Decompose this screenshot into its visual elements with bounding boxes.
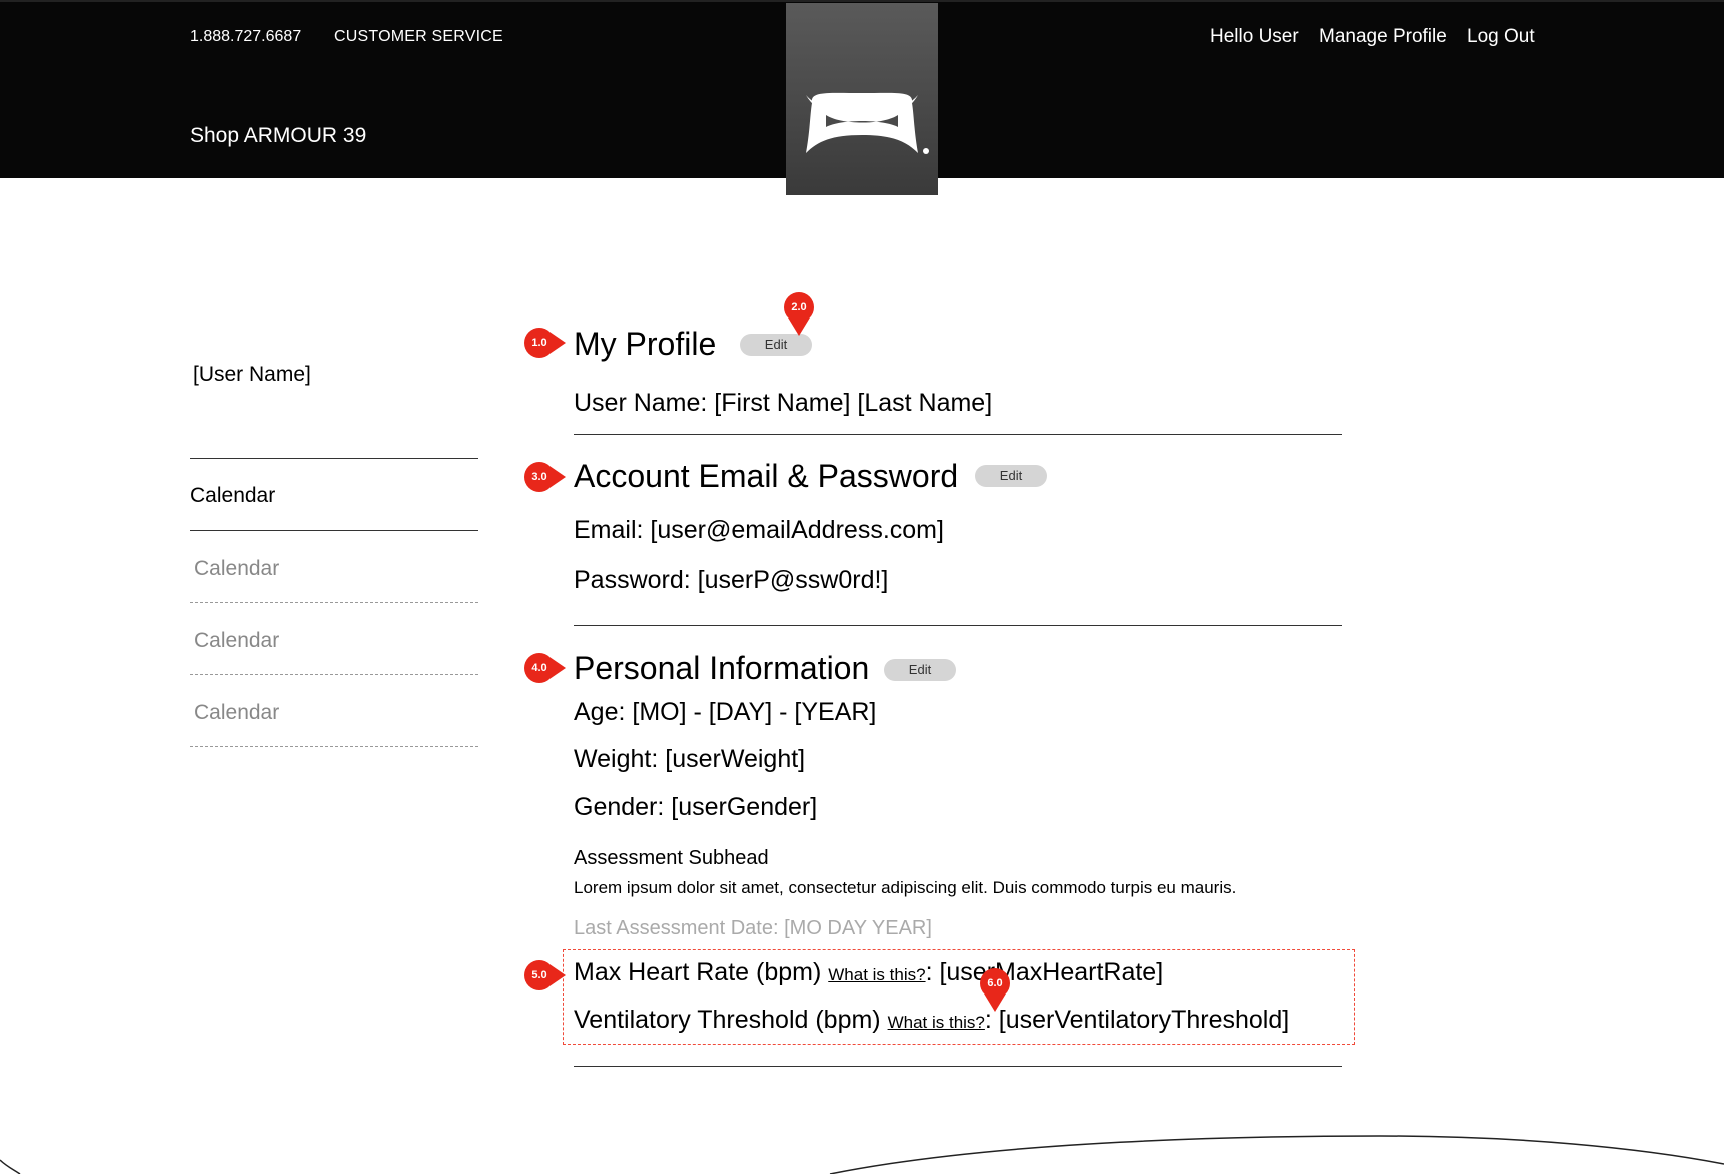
annotation-marker-1: 1.0 [524,328,566,358]
sidebar-user-name: [User Name] [193,363,311,386]
annotation-marker-3: 3.0 [524,462,566,492]
sidebar-item-calendar[interactable]: Calendar [194,557,279,581]
max-heart-rate-label: Max Heart Rate (bpm) [574,958,829,986]
profile-edit-button[interactable]: Edit [740,334,812,356]
my-profile-heading: My Profile [574,326,717,362]
section-divider [574,625,1342,626]
section-divider [574,1066,1342,1067]
account-email-password-heading: Account Email & Password [574,458,959,494]
personal-information-heading: Personal Information [574,650,870,686]
sidebar-divider [190,458,478,459]
annotation-marker-2: 2.0 [784,292,814,336]
vt-what-is-this-link[interactable]: What is this? [888,1013,985,1032]
footer-curve [0,1135,1724,1174]
ventilatory-threshold-value: : [userVentilatoryThreshold] [984,1006,1290,1034]
hello-user-text: Hello User [1210,26,1299,47]
max-hr-what-is-this-link[interactable]: What is this? [828,965,925,984]
user-name-field: User Name: [First Name] [Last Name] [574,389,993,417]
sidebar-dashed-divider [190,602,478,603]
max-heart-rate-row: Max Heart Rate (bpm) What is this?: [use… [574,958,1163,987]
max-heart-rate-value: : [userMaxHeartRate] [925,958,1164,986]
ventilatory-threshold-row: Ventilatory Threshold (bpm) What is this… [574,1006,1289,1035]
sidebar-item-calendar-active[interactable]: Calendar [190,484,275,508]
email-field: Email: [user@emailAddress.com] [574,516,944,544]
header-top-line [0,0,1724,2]
ventilatory-threshold-label: Ventilatory Threshold (bpm) [574,1006,888,1034]
sidebar-item-calendar[interactable]: Calendar [194,701,279,725]
personal-edit-button[interactable]: Edit [884,659,956,681]
last-assessment-date: Last Assessment Date: [MO DAY YEAR] [574,917,932,939]
phone-number[interactable]: 1.888.727.6687 [190,28,301,46]
shop-armour-link[interactable]: Shop ARMOUR 39 [190,124,366,148]
manage-profile-link[interactable]: Manage Profile [1319,26,1447,48]
weight-field: Weight: [userWeight] [574,745,806,773]
annotation-marker-6: 6.0 [980,968,1010,1012]
gender-field: Gender: [userGender] [574,793,818,821]
log-out-link[interactable]: Log Out [1467,26,1535,48]
section-divider [574,434,1342,435]
sidebar-item-calendar[interactable]: Calendar [194,629,279,653]
assessment-description: Lorem ipsum dolor sit amet, consectetur … [574,878,1237,897]
sidebar-dashed-divider [190,746,478,747]
brand-logo[interactable] [786,3,938,195]
under-armour-logo-icon [806,92,929,154]
age-field: Age: [MO] - [DAY] - [YEAR] [574,698,877,726]
sidebar-divider [190,530,478,531]
sidebar-dashed-divider [190,674,478,675]
password-field: Password: [userP@ssw0rd!] [574,566,889,594]
account-edit-button[interactable]: Edit [975,465,1047,487]
annotation-marker-4: 4.0 [524,653,566,683]
customer-service-link[interactable]: CUSTOMER SERVICE [334,28,503,46]
assessment-subhead: Assessment Subhead [574,847,769,869]
annotation-marker-5: 5.0 [524,960,566,990]
